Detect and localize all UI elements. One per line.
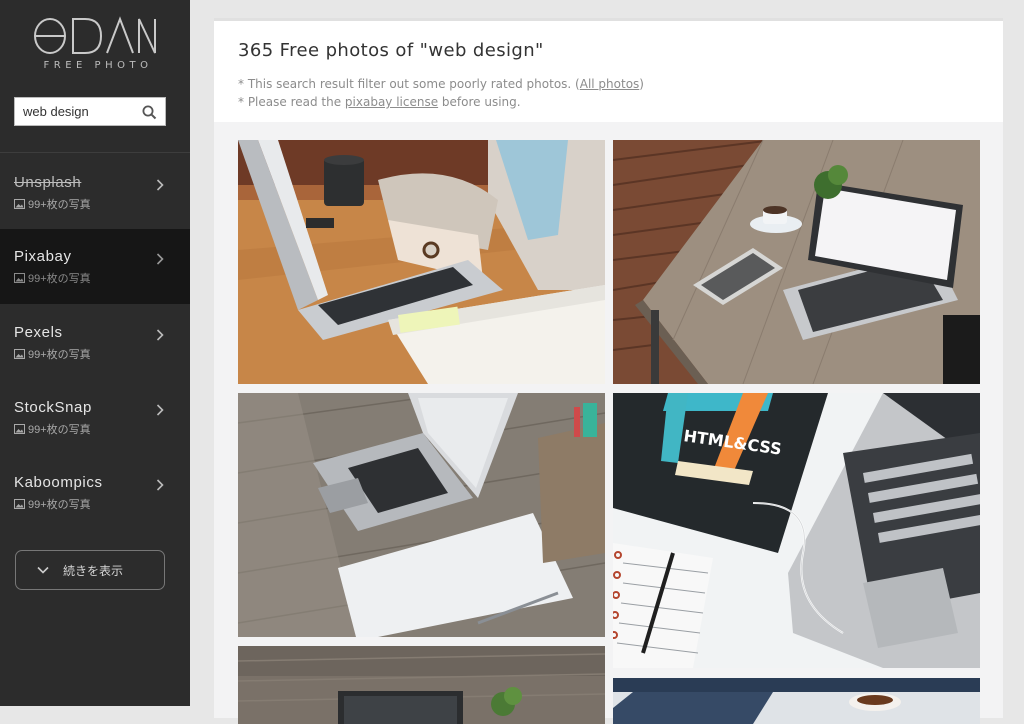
source-item-kaboompics[interactable]: Kaboompics 99+枚の写真 — [0, 455, 190, 530]
image-icon — [14, 424, 25, 434]
photo-thumbnail[interactable]: HTML&CSS — [613, 393, 980, 668]
image-icon — [14, 273, 25, 283]
logo-subtitle: FREE PHOTO — [43, 60, 153, 71]
photo-count: 99+枚の写真 — [28, 499, 91, 511]
chevron-right-icon — [156, 479, 164, 491]
note-text: * Please read the — [238, 95, 345, 109]
odan-logo-icon — [34, 16, 156, 54]
source-item-pixabay[interactable]: Pixabay 99+枚の写真 — [0, 229, 190, 304]
divider — [0, 152, 190, 153]
filter-note: * This search result filter out some poo… — [238, 77, 644, 91]
sidebar: FREE PHOTO Unsplash 99+枚の写真 Pixabay 99+枚… — [0, 0, 190, 706]
photo-count-row: 99+枚の写真 — [14, 421, 190, 437]
chevron-right-icon — [156, 404, 164, 416]
laptop-notebook-photo — [238, 393, 605, 637]
search-icon[interactable] — [142, 105, 157, 125]
photo-thumbnail[interactable] — [613, 140, 980, 384]
chevron-right-icon — [156, 253, 164, 265]
photo-count-row: 99+枚の写真 — [14, 496, 190, 512]
results-header: 365 Free photos of "web design" * This s… — [214, 18, 1003, 122]
laptop-typing-photo — [238, 140, 605, 384]
chevron-right-icon — [156, 329, 164, 341]
photo-count-row: 99+枚の写真 — [14, 270, 190, 286]
photo-thumbnail[interactable] — [613, 678, 980, 724]
image-icon — [14, 199, 25, 209]
source-item-unsplash[interactable]: Unsplash 99+枚の写真 — [0, 155, 190, 230]
search-input[interactable] — [15, 98, 141, 125]
note-text: ) — [639, 77, 644, 91]
pixabay-license-link[interactable]: pixabay license — [345, 95, 438, 109]
page-title: 365 Free photos of "web design" — [238, 40, 544, 61]
source-item-pexels[interactable]: Pexels 99+枚の写真 — [0, 305, 190, 380]
laptop-wooden-table-photo — [613, 140, 980, 384]
image-icon — [14, 499, 25, 509]
photo-count: 99+枚の写真 — [28, 273, 91, 285]
photo-thumbnail[interactable] — [238, 140, 605, 384]
photo-count-row: 99+枚の写真 — [14, 346, 190, 362]
photo-count: 99+枚の写真 — [28, 199, 91, 211]
all-photos-link[interactable]: All photos — [580, 77, 640, 91]
search-box — [14, 97, 166, 126]
photo-count: 99+枚の写真 — [28, 424, 91, 436]
photo-count: 99+枚の写真 — [28, 349, 91, 361]
photo-thumbnail[interactable] — [238, 646, 605, 724]
source-item-stocksnap[interactable]: StockSnap 99+枚の写真 — [0, 380, 190, 455]
license-note: * Please read the pixabay license before… — [238, 95, 521, 109]
photo-count-row: 99+枚の写真 — [14, 196, 190, 212]
note-text: before using. — [438, 95, 521, 109]
html-css-book-laptop-photo: HTML&CSS — [613, 393, 980, 668]
keyboard-coffee-photo — [613, 678, 980, 724]
show-more-button[interactable]: 続きを表示 — [15, 550, 165, 590]
results-panel: 365 Free photos of "web design" * This s… — [214, 18, 1003, 724]
show-more-label: 続きを表示 — [63, 563, 124, 578]
note-text: * This search result filter out some poo… — [238, 77, 580, 91]
chevron-right-icon — [156, 179, 164, 191]
laptop-plant-photo — [238, 646, 605, 724]
photo-thumbnail[interactable] — [238, 393, 605, 637]
logo[interactable]: FREE PHOTO — [0, 16, 190, 71]
chevron-down-icon — [37, 566, 49, 574]
image-icon — [14, 349, 25, 359]
